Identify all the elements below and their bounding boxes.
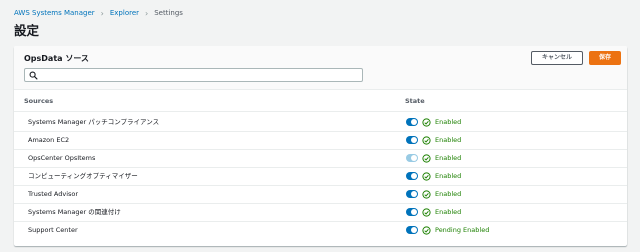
table-row: コンピューティングオプティマイザー Enabled bbox=[14, 168, 627, 186]
table-header: Sources State bbox=[14, 91, 627, 112]
panel-title: OpsData ソース bbox=[24, 54, 89, 63]
check-circle-icon bbox=[422, 172, 431, 181]
search-icon bbox=[29, 71, 38, 80]
table-row: Systems Manager の関連付け Enabled bbox=[14, 204, 627, 222]
state-label: Enabled bbox=[435, 172, 462, 180]
state-toggle bbox=[406, 154, 418, 162]
state-label: Enabled bbox=[435, 136, 462, 144]
check-circle-icon bbox=[422, 190, 431, 199]
column-header-state: State bbox=[405, 97, 425, 105]
check-circle-icon bbox=[422, 118, 431, 127]
state-label: Pending Enabled bbox=[435, 226, 490, 234]
chevron-right-icon: › bbox=[100, 9, 104, 18]
state-toggle[interactable] bbox=[406, 208, 418, 216]
check-circle-icon bbox=[422, 208, 431, 217]
state-toggle[interactable] bbox=[406, 118, 418, 126]
toggle-knob bbox=[411, 209, 417, 215]
breadcrumb: AWS Systems Manager › Explorer › Setting… bbox=[14, 9, 183, 18]
source-name: Systems Manager パッチコンプライアンス bbox=[28, 118, 160, 126]
cancel-button[interactable]: キャンセル bbox=[531, 51, 583, 65]
check-circle-icon bbox=[422, 226, 431, 235]
table-row: Trusted Advisor Enabled bbox=[14, 186, 627, 204]
check-circle-icon bbox=[422, 136, 431, 145]
toggle-knob bbox=[411, 191, 417, 197]
panel-header: OpsData ソース キャンセル 保存 bbox=[14, 46, 627, 90]
source-name: コンピューティングオプティマイザー bbox=[28, 172, 138, 180]
page-title: 設定 bbox=[14, 23, 40, 38]
table-row: OpsCenter OpsItems Enabled bbox=[14, 150, 627, 168]
table-row: Amazon EC2 Enabled bbox=[14, 132, 627, 150]
column-header-sources: Sources bbox=[24, 97, 54, 105]
search-field[interactable] bbox=[24, 68, 363, 82]
breadcrumb-link-systems-manager[interactable]: AWS Systems Manager bbox=[14, 9, 95, 18]
source-name: Trusted Advisor bbox=[28, 190, 79, 198]
state-label: Enabled bbox=[435, 154, 462, 162]
breadcrumb-link-explorer[interactable]: Explorer bbox=[110, 9, 139, 18]
search-input[interactable] bbox=[41, 70, 359, 80]
state-toggle[interactable] bbox=[406, 136, 418, 144]
state-toggle[interactable] bbox=[406, 226, 418, 234]
state-toggle[interactable] bbox=[406, 172, 418, 180]
source-name: Amazon EC2 bbox=[28, 136, 70, 144]
table-row: Systems Manager パッチコンプライアンス Enabled bbox=[14, 114, 627, 132]
source-name: Systems Manager の関連付け bbox=[28, 208, 121, 216]
breadcrumb-current: Settings bbox=[154, 9, 183, 17]
table-row: Support Center Pending Enabled bbox=[14, 222, 627, 240]
state-label: Enabled bbox=[435, 208, 462, 216]
opsdata-sources-panel: OpsData ソース キャンセル 保存 Sources State Syste… bbox=[14, 46, 627, 246]
toggle-knob bbox=[411, 227, 417, 233]
save-button[interactable]: 保存 bbox=[589, 51, 621, 65]
toggle-knob bbox=[411, 119, 417, 125]
toggle-knob bbox=[411, 155, 417, 161]
check-circle-icon bbox=[422, 154, 431, 163]
toggle-knob bbox=[411, 173, 417, 179]
source-name: Support Center bbox=[28, 226, 78, 234]
chevron-right-icon: › bbox=[145, 9, 149, 18]
state-label: Enabled bbox=[435, 190, 462, 198]
source-name: OpsCenter OpsItems bbox=[28, 154, 96, 162]
toggle-knob bbox=[411, 137, 417, 143]
state-toggle[interactable] bbox=[406, 190, 418, 198]
state-label: Enabled bbox=[435, 118, 462, 126]
